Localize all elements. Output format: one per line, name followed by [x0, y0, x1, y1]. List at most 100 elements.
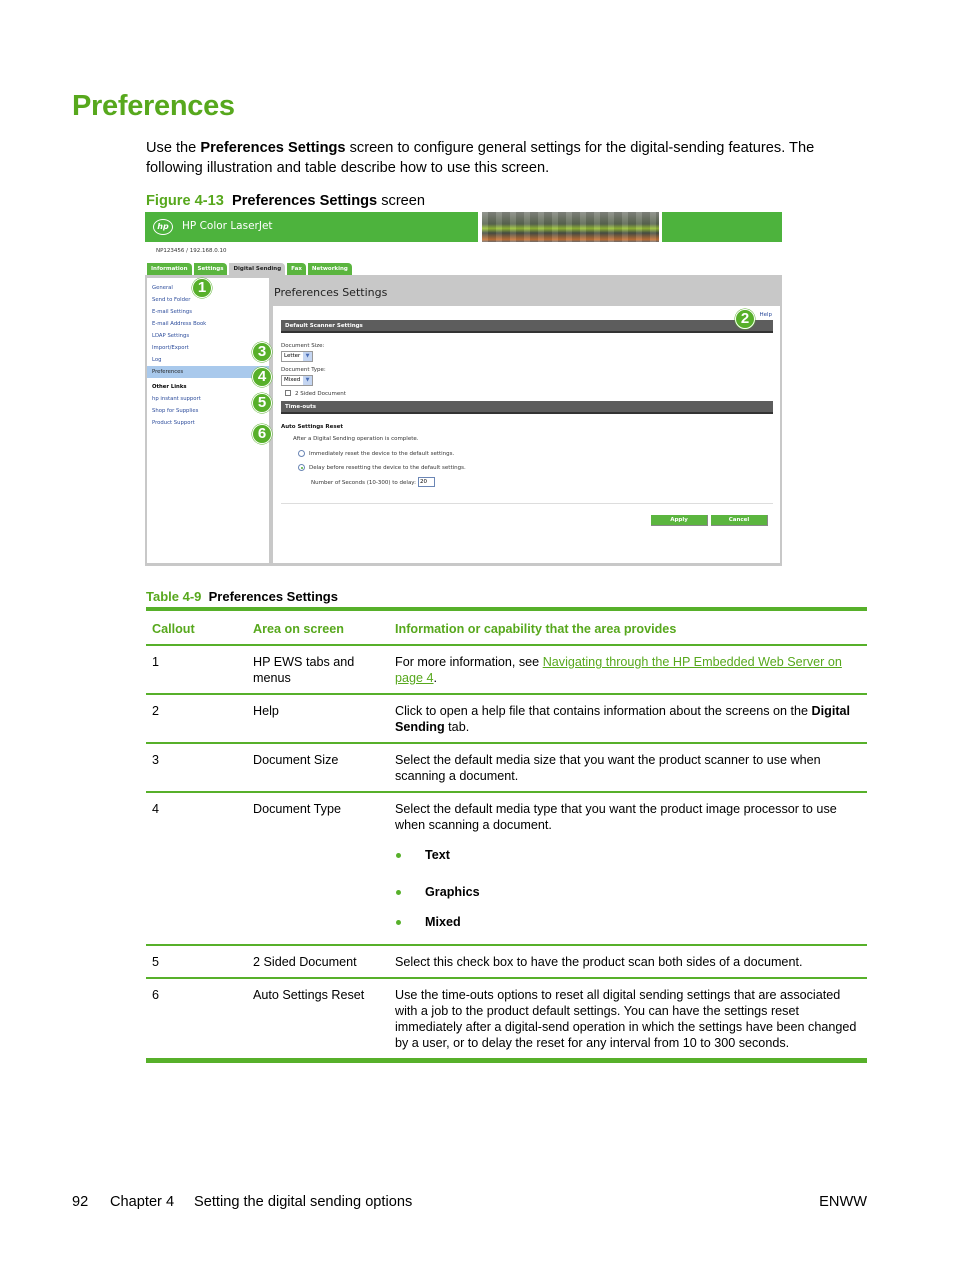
product-name: HP Color LaserJet: [182, 220, 273, 232]
nav-email-settings[interactable]: E-mail Settings: [147, 306, 269, 318]
bullet-icon: [396, 919, 401, 925]
nav-email-address-book[interactable]: E-mail Address Book: [147, 318, 269, 330]
page-title: Preferences: [72, 90, 235, 122]
link-shop-for-supplies[interactable]: Shop for Supplies: [147, 405, 269, 417]
link-hp-instant-support[interactable]: hp instant support: [147, 393, 269, 405]
ews-frame: General Send to Folder E-mail Settings E…: [145, 275, 782, 566]
ews-main-panel: Help Default Scanner Settings Document S…: [273, 306, 780, 563]
intro-paragraph: Use the Preferences Settings screen to c…: [146, 139, 874, 178]
chevron-down-icon: ▼: [303, 352, 312, 361]
callout-6: 6: [252, 424, 272, 444]
table-number: Table 4-9: [146, 589, 202, 604]
document-size-label: Document Size:: [281, 343, 325, 349]
radio-immediate-label: Immediately reset the device to the defa…: [309, 451, 455, 457]
preferences-table: Callout Area on screen Information or ca…: [146, 607, 867, 1063]
bullet-item: Graphics: [395, 877, 863, 907]
ews-banner: hp HP Color LaserJet: [145, 212, 478, 242]
table-title: Preferences Settings: [208, 589, 338, 604]
ews-tabs: Information Settings Digital Sending Fax…: [147, 263, 352, 275]
other-links-heading: Other Links: [152, 384, 187, 390]
tab-networking[interactable]: Networking: [307, 263, 352, 275]
callout-1: 1: [192, 278, 212, 298]
tab-settings[interactable]: Settings: [193, 263, 228, 275]
cell-callout: 3: [152, 753, 160, 767]
tab-digital-sending[interactable]: Digital Sending: [229, 263, 286, 275]
header-info: Information or capability that the area …: [395, 622, 677, 636]
two-sided-checkbox[interactable]: [285, 390, 291, 396]
intro-prefix: Use the: [146, 140, 201, 156]
two-sided-label: 2 Sided Document: [295, 391, 346, 397]
bullet-text: Text: [425, 848, 450, 862]
document-type-label: Document Type:: [281, 367, 326, 373]
footer-locale: ENWW: [819, 1194, 867, 1210]
delay-seconds-label: Number of Seconds (10-300) to delay:: [311, 480, 417, 486]
cell-info: Click to open a help file that contains …: [389, 703, 867, 735]
nav-ldap-settings[interactable]: LDAP Settings: [147, 330, 269, 342]
cell-callout: 1: [152, 655, 160, 669]
table-row: 5 2 Sided Document Select this check box…: [146, 946, 867, 979]
ews-sidebar: General Send to Folder E-mail Settings E…: [147, 278, 269, 563]
tab-information[interactable]: Information: [147, 263, 192, 275]
cancel-button[interactable]: Cancel: [711, 515, 768, 526]
page-footer: 92 Chapter 4 Setting the digital sending…: [72, 1194, 867, 1210]
bullet-item: Text: [395, 847, 863, 863]
info-text: For more information, see: [395, 655, 543, 669]
cell-area: Document Type: [253, 802, 341, 816]
delay-seconds-input[interactable]: 20: [418, 477, 435, 487]
tab-fax[interactable]: Fax: [287, 263, 306, 275]
document-type-select[interactable]: Mixed ▼: [281, 375, 313, 386]
intro-bold: Preferences Settings: [200, 140, 346, 156]
cell-info: Use the time-outs options to reset all d…: [395, 988, 857, 1050]
bullet-item: Mixed: [395, 907, 863, 937]
nav-log[interactable]: Log: [147, 354, 269, 366]
radio-delay-reset[interactable]: [298, 464, 305, 471]
info-text: .: [433, 671, 438, 685]
cell-area: Help: [253, 704, 279, 718]
page-number: 92: [72, 1194, 89, 1210]
table-row: 4 Document Type Select the default media…: [146, 793, 867, 946]
cell-callout: 4: [152, 802, 160, 816]
info-text: Select the default media type that you w…: [395, 802, 837, 832]
cell-info: Select the default media type that you w…: [389, 801, 867, 937]
chapter-title: Setting the digital sending options: [194, 1194, 413, 1210]
callout-2: 2: [735, 309, 755, 329]
callout-4: 4: [252, 367, 272, 387]
callout-5: 5: [252, 393, 272, 413]
banner-photo: [482, 212, 659, 242]
bullet-icon: [396, 852, 401, 858]
cell-info: Select this check box to have the produc…: [395, 955, 803, 969]
figure-number: Figure 4-13: [146, 193, 224, 209]
info-text: Click to open a help file that contains …: [395, 704, 812, 718]
nav-preferences[interactable]: Preferences: [147, 366, 269, 378]
table-caption: Table 4-9 Preferences Settings: [146, 589, 338, 604]
apply-button[interactable]: Apply: [651, 515, 708, 526]
cell-callout: 2: [152, 704, 160, 718]
ews-main-title: Preferences Settings: [274, 286, 388, 299]
table-row: 2 Help Click to open a help file that co…: [146, 695, 867, 744]
section-default-scanner-settings: Default Scanner Settings: [281, 320, 773, 333]
table-row: 1 HP EWS tabs and menus For more informa…: [146, 646, 867, 695]
hp-logo-icon: hp: [153, 219, 173, 235]
radio-delay-label: Delay before resetting the device to the…: [309, 465, 466, 471]
help-link[interactable]: Help: [759, 312, 772, 318]
table-row: 6 Auto Settings Reset Use the time-outs …: [146, 979, 867, 1058]
link-product-support[interactable]: Product Support: [147, 417, 269, 429]
header-area: Area on screen: [253, 622, 344, 636]
callout-3: 3: [252, 342, 272, 362]
document-size-select[interactable]: Letter ▼: [281, 351, 313, 362]
bullet-text: Graphics: [425, 885, 480, 899]
banner-right: [662, 212, 782, 242]
auto-reset-heading: Auto Settings Reset: [281, 424, 343, 430]
cell-area: Auto Settings Reset: [253, 988, 365, 1002]
cell-info: Select the default media size that you w…: [395, 753, 821, 783]
figure-title-suffix: screen: [377, 193, 426, 209]
auto-reset-intro: After a Digital Sending operation is com…: [293, 436, 419, 442]
cell-info: For more information, see Navigating thr…: [389, 654, 867, 686]
bullet-text: Mixed: [425, 915, 461, 929]
chevron-down-icon: ▼: [303, 376, 312, 385]
radio-immediate-reset[interactable]: [298, 450, 305, 457]
info-text: tab.: [444, 720, 470, 734]
nav-import-export[interactable]: Import/Export: [147, 342, 269, 354]
header-callout: Callout: [152, 622, 195, 636]
device-id: NP123456 / 192.168.0.10: [156, 248, 227, 254]
